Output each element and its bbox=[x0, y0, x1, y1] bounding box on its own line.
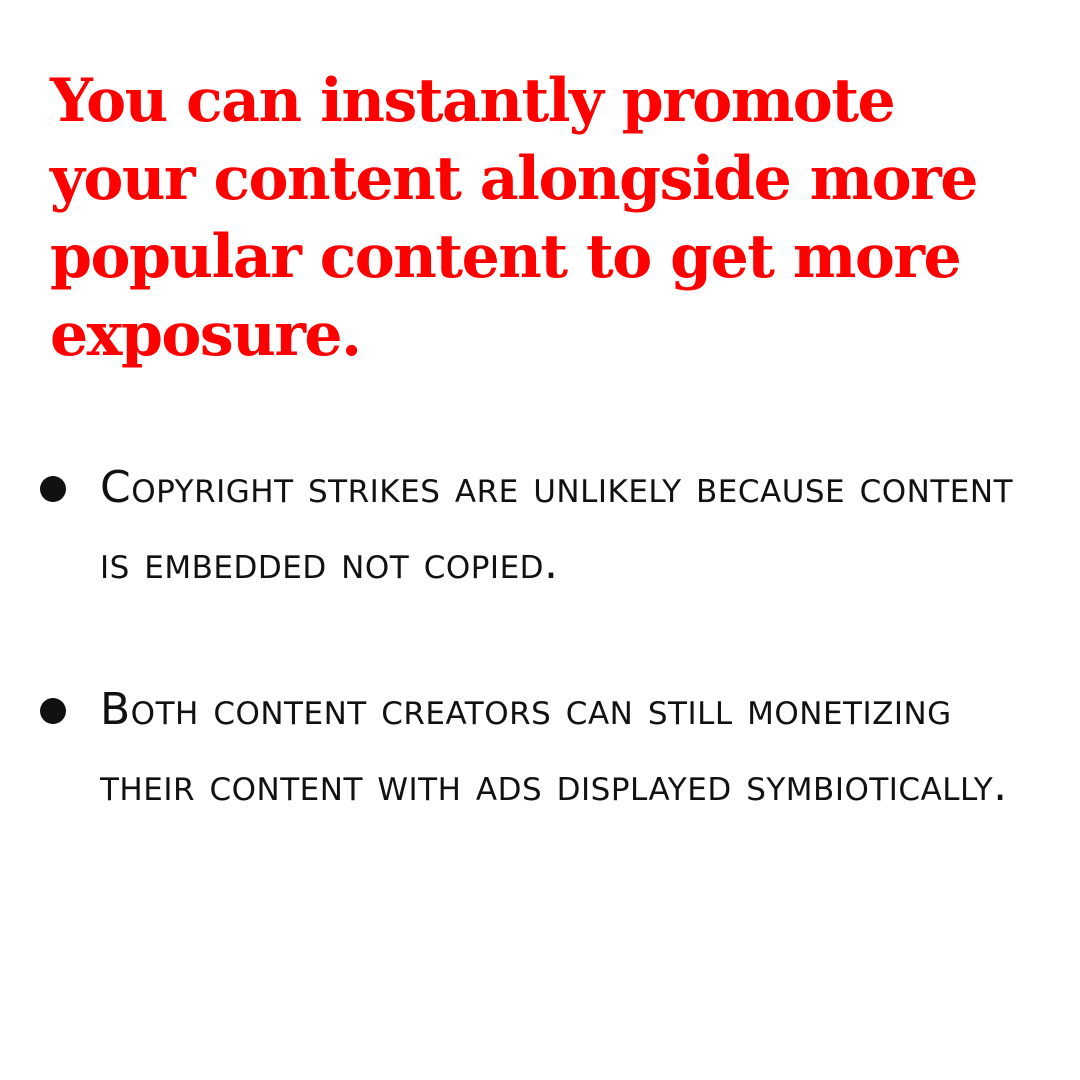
bullet-dot-icon bbox=[40, 476, 66, 502]
bullet-list: Copyright strikes are unlikely because c… bbox=[0, 450, 1080, 824]
slide: You can instantly promote your content a… bbox=[0, 0, 1080, 1080]
bullet-text: Both content creators can still monetizi… bbox=[100, 684, 1008, 811]
bullet-item-monetization: Both content creators can still monetizi… bbox=[0, 672, 1080, 824]
headline: You can instantly promote your content a… bbox=[50, 66, 978, 370]
bullet-item-copyright: Copyright strikes are unlikely because c… bbox=[0, 450, 1080, 602]
bullet-text: Copyright strikes are unlikely because c… bbox=[100, 462, 1014, 589]
bullet-dot-icon bbox=[40, 698, 66, 724]
